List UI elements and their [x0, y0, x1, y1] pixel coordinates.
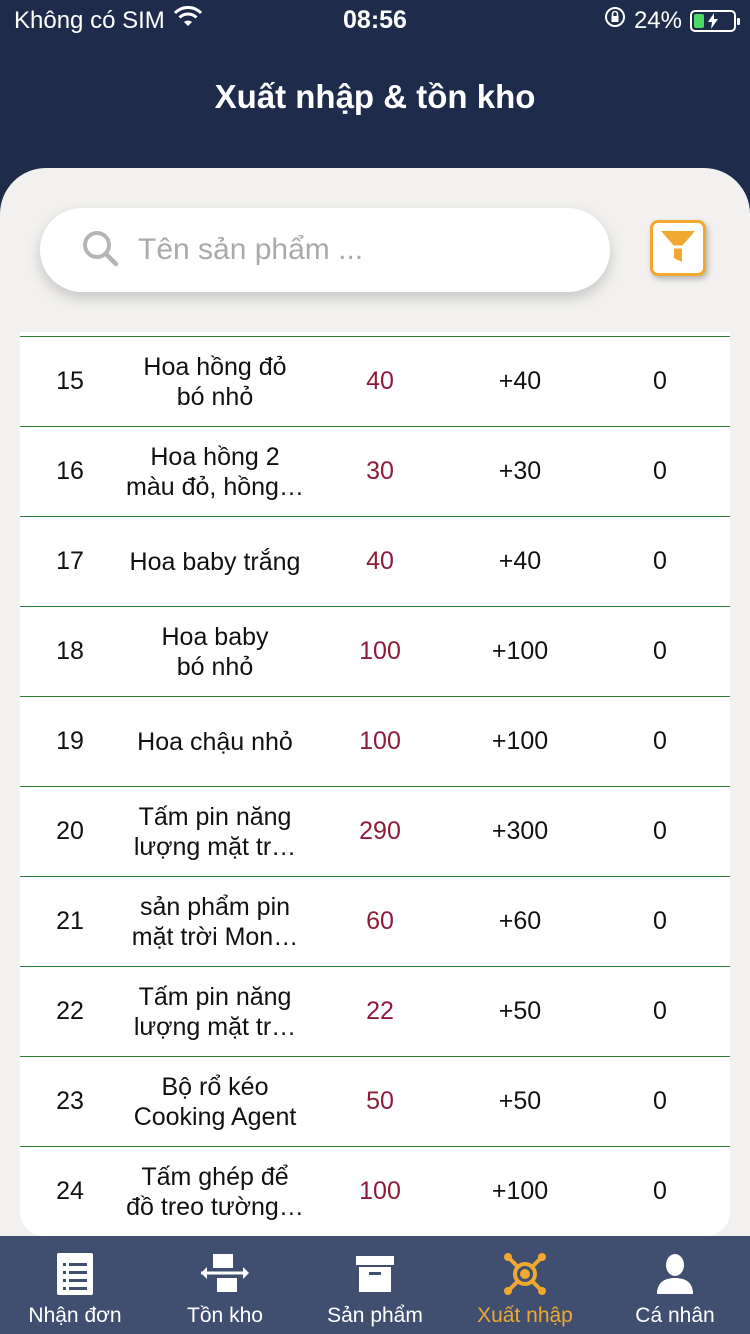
tab-xuat-nhap[interactable]: Xuất nhập — [450, 1236, 600, 1334]
tab-label: Tồn kho — [187, 1304, 263, 1327]
row-number: 17 — [56, 547, 84, 575]
table-row[interactable]: 22 Tấm pin năng lượng mặt tr… 22 +50 0 — [20, 966, 730, 1056]
search-input[interactable] — [138, 233, 578, 267]
stock-quantity: 40 — [366, 547, 394, 575]
export-quantity: 0 — [653, 367, 667, 395]
status-right: 24% — [604, 6, 740, 35]
row-number: 15 — [56, 367, 84, 395]
stock-quantity: 100 — [359, 727, 401, 755]
stock-quantity: 100 — [359, 637, 401, 665]
export-quantity: 0 — [653, 637, 667, 665]
export-quantity: 0 — [653, 1177, 667, 1205]
table-row[interactable]: 20 Tấm pin năng lượng mặt tr… 290 +300 0 — [20, 786, 730, 876]
table-row[interactable]: 18 Hoa baby bó nhỏ 100 +100 0 — [20, 606, 730, 696]
stock-quantity: 100 — [359, 1177, 401, 1205]
stock-quantity: 30 — [366, 457, 394, 485]
page-title: Xuất nhập & tồn kho — [214, 78, 536, 115]
product-name: Bộ rổ kéo Cooking Agent — [133, 1072, 297, 1131]
bottom-tab-bar: Nhận đơn Tồn kho Sản phẩm Xuất nhập Cá n… — [0, 1236, 750, 1334]
product-box-icon — [355, 1250, 395, 1298]
row-number: 18 — [56, 637, 84, 665]
table-row[interactable]: 21 sản phẩm pin mặt trời Mon… 60 +60 0 — [20, 876, 730, 966]
product-name: sản phẩm pin mặt trời Mon… — [131, 892, 299, 951]
import-quantity: +100 — [491, 727, 549, 755]
product-name: Tấm pin năng lượng mặt tr… — [133, 982, 297, 1041]
export-quantity: 0 — [653, 997, 667, 1025]
row-number: 16 — [56, 457, 84, 485]
filter-icon — [658, 226, 698, 271]
main-content: 15 Hoa hồng đỏbó nhỏ 40 +40 0 16 Hoa hồn… — [0, 168, 750, 1236]
export-quantity: 0 — [653, 817, 667, 845]
table-row[interactable]: 19 Hoa chậu nhỏ 100 +100 0 — [20, 696, 730, 786]
export-quantity: 0 — [653, 457, 667, 485]
import-quantity: +30 — [498, 457, 542, 485]
row-number: 19 — [56, 727, 84, 755]
import-quantity: +40 — [498, 547, 542, 575]
tab-nhan-don[interactable]: Nhận đơn — [0, 1236, 150, 1334]
export-quantity: 0 — [653, 907, 667, 935]
import-quantity: +50 — [498, 997, 542, 1025]
rotation-lock-icon — [604, 6, 626, 35]
row-number: 20 — [56, 817, 84, 845]
product-name: Hoa hồng 2 màu đỏ, hồng… — [126, 442, 304, 501]
inventory-table: 15 Hoa hồng đỏ bó nhỏ 40 +40 0 16 Hoa hồn… — [20, 332, 730, 1236]
search-bar[interactable] — [40, 208, 610, 292]
inventory-transfer-icon — [199, 1250, 251, 1298]
table-row[interactable]: 23 Bộ rổ kéo Cooking Agent 50 +50 0 — [20, 1056, 730, 1146]
row-number: 21 — [56, 907, 84, 935]
tab-ton-kho[interactable]: Tồn kho — [150, 1236, 300, 1334]
tab-san-pham[interactable]: Sản phẩm — [300, 1236, 450, 1334]
product-name: Hoa baby trắng — [129, 547, 301, 576]
tab-label: Cá nhân — [635, 1304, 715, 1327]
product-name: Tấm ghép để đồ treo tường… — [126, 1162, 304, 1221]
export-quantity: 0 — [653, 1087, 667, 1115]
export-quantity: 0 — [653, 727, 667, 755]
stock-quantity: 290 — [359, 817, 401, 845]
search-icon — [80, 228, 120, 273]
stock-quantity: 22 — [366, 997, 394, 1025]
import-quantity: +50 — [498, 1087, 542, 1115]
battery-icon — [690, 9, 740, 32]
tab-label: Nhận đơn — [28, 1304, 122, 1327]
stock-quantity: 50 — [366, 1087, 394, 1115]
import-quantity: +60 — [498, 907, 542, 935]
battery-percent: 24% — [633, 6, 682, 34]
table-row[interactable]: 15 Hoa hồng đỏ bó nhỏ 40 +40 0 — [20, 336, 730, 426]
import-quantity: +100 — [491, 637, 549, 665]
table-row[interactable]: 16 Hoa hồng 2 màu đỏ, hồng… 30 +30 0 — [20, 426, 730, 516]
import-export-icon — [502, 1250, 548, 1298]
row-number: 23 — [56, 1087, 84, 1115]
tab-label: Sản phẩm — [327, 1304, 423, 1327]
tab-label: Xuất nhập — [477, 1304, 573, 1327]
filter-button[interactable] — [650, 220, 706, 276]
import-quantity: +300 — [491, 817, 549, 845]
import-quantity: +100 — [491, 1177, 549, 1205]
tab-ca-nhan[interactable]: Cá nhân — [600, 1236, 750, 1334]
import-quantity: +40 — [498, 367, 542, 395]
row-number: 22 — [56, 997, 84, 1025]
stock-quantity: 60 — [366, 907, 394, 935]
stock-quantity: 40 — [366, 367, 394, 395]
product-name: Hoa chậu nhỏ — [137, 727, 293, 756]
table-row[interactable]: 17 Hoa baby trắng 40 +40 0 — [20, 516, 730, 606]
product-name: Hoa baby bó nhỏ — [161, 622, 269, 681]
row-number: 24 — [56, 1177, 84, 1205]
product-name: Tấm pin năng lượng mặt tr… — [133, 802, 297, 861]
table-row[interactable]: 24 Tấm ghép để đồ treo tường… 100 +100 0 — [20, 1146, 730, 1236]
export-quantity: 0 — [653, 547, 667, 575]
product-name: Hoa hồng đỏ bó nhỏ — [143, 352, 287, 411]
order-list-icon — [55, 1250, 95, 1298]
user-icon — [655, 1250, 695, 1298]
status-bar: Không có SIM 08:56 24% — [0, 0, 750, 44]
